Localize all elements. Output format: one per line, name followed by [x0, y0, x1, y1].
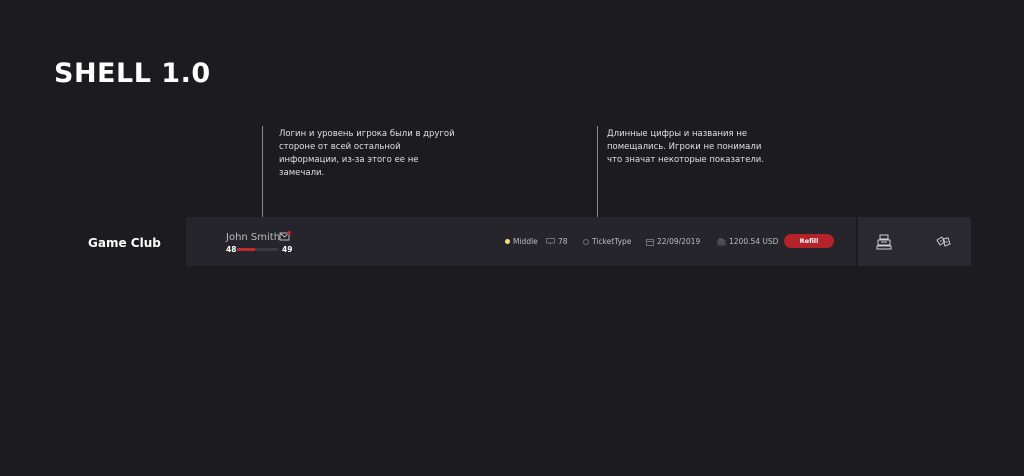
stat-rank: Middle [505, 237, 538, 246]
club-name: Game Club [88, 236, 161, 250]
mail-icon[interactable] [279, 231, 291, 241]
ticket-icon [583, 238, 589, 245]
stat-balance: 1200.54 USD [717, 237, 778, 246]
calendar-icon [646, 238, 654, 246]
page-title: SHELL 1.0 [54, 58, 211, 89]
side-panel [858, 217, 971, 266]
stat-date-value: 22/09/2019 [657, 237, 701, 246]
monitor-icon [546, 238, 555, 245]
annotation-right: Длинные цифры и названия не помещались. … [607, 129, 765, 165]
stat-ticket: TicketType [583, 237, 631, 246]
stat-balance-value: 1200.54 USD [729, 237, 779, 246]
stat-date: 22/09/2019 [646, 237, 700, 246]
callout-line-right [597, 126, 598, 230]
page: SHELL 1.0 Логин и уровень игрока были в … [0, 0, 1024, 476]
level-progress-bar [237, 248, 278, 251]
stat-pcs-value: 78 [558, 237, 568, 246]
stat-ticket-value: TicketType [592, 237, 632, 246]
level-progress-fill [237, 248, 256, 251]
level-current: 48 [226, 245, 237, 254]
stat-rank-value: Middle [513, 237, 538, 246]
annotation-left: Логин и уровень игрока были в другой сто… [279, 129, 455, 178]
refill-button[interactable]: Refill [784, 234, 834, 248]
level-next: 49 [282, 245, 293, 254]
player-name[interactable]: John Smith [226, 232, 280, 243]
wallet-icon [717, 238, 726, 245]
cash-register-icon[interactable] [876, 234, 892, 250]
rank-dot-icon [505, 239, 510, 244]
dice-icon[interactable] [935, 234, 951, 250]
stat-pcs: 78 [546, 237, 568, 246]
